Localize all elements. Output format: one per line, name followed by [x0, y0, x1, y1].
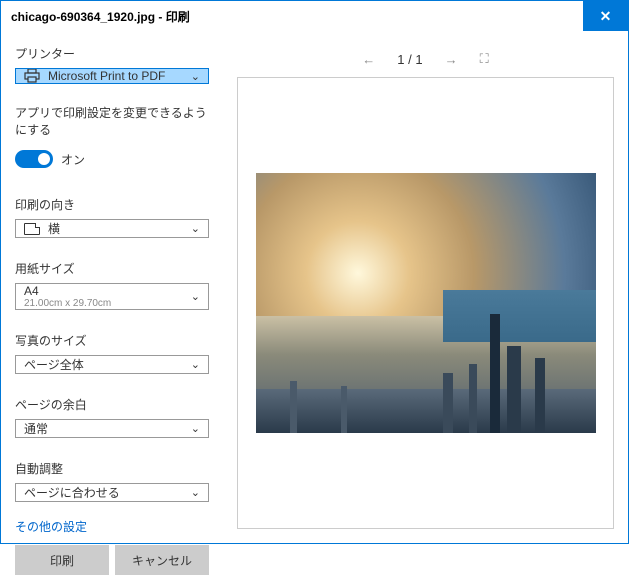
toggle-state: オン	[61, 151, 85, 168]
printer-select[interactable]: Microsoft Print to PDF ⌄	[15, 68, 209, 84]
chevron-down-icon: ⌄	[191, 486, 200, 499]
fit-select[interactable]: ページに合わせる ⌄	[15, 483, 209, 502]
window-title: chicago-690364_1920.jpg - 印刷	[11, 8, 583, 25]
close-icon: ✕	[600, 8, 612, 25]
photo-size-label: 写真のサイズ	[15, 332, 209, 349]
chevron-down-icon: ⌄	[191, 422, 200, 435]
printer-name: Microsoft Print to PDF	[48, 69, 191, 83]
paper-dimensions: 21.00cm x 29.70cm	[24, 298, 191, 309]
chevron-down-icon: ⌄	[191, 222, 200, 235]
print-button[interactable]: 印刷	[15, 545, 109, 575]
preview-panel: ← 1 / 1 → ⛶	[223, 31, 628, 543]
printer-label: プリンター	[15, 45, 209, 62]
preview-sheet	[237, 77, 614, 529]
paper-size-select[interactable]: A4 21.00cm x 29.70cm ⌄	[15, 283, 209, 310]
cancel-button[interactable]: キャンセル	[115, 545, 209, 575]
close-button[interactable]: ✕	[583, 1, 628, 31]
photo-size-value: ページ全体	[24, 356, 191, 373]
prev-page-button[interactable]: ←	[362, 52, 375, 67]
chevron-down-icon: ⌄	[191, 70, 200, 83]
margin-label: ページの余白	[15, 396, 209, 413]
fit-value: ページに合わせる	[24, 484, 191, 501]
titlebar: chicago-690364_1920.jpg - 印刷 ✕	[1, 1, 628, 31]
printer-icon	[24, 69, 40, 83]
pager: ← 1 / 1 → ⛶	[237, 45, 614, 73]
preview-image	[256, 173, 596, 433]
app-settings-toggle[interactable]	[15, 150, 53, 168]
more-settings-link[interactable]: その他の設定	[15, 518, 209, 535]
orientation-label: 印刷の向き	[15, 196, 209, 213]
landscape-icon	[24, 223, 40, 235]
app-toggle-label: アプリで印刷設定を変更できるようにする	[15, 104, 209, 138]
next-page-button[interactable]: →	[445, 52, 458, 67]
orientation-value: 横	[48, 220, 191, 237]
page-sep: /	[408, 52, 412, 67]
page-current: 1	[397, 52, 404, 67]
page-total: 1	[415, 52, 422, 67]
paper-value: A4	[24, 284, 191, 298]
chevron-down-icon: ⌄	[191, 290, 200, 303]
paper-label: 用紙サイズ	[15, 260, 209, 277]
photo-size-select[interactable]: ページ全体 ⌄	[15, 355, 209, 374]
settings-panel: プリンター Microsoft Print to PDF ⌄ アプリで印刷設定を…	[1, 31, 223, 543]
margin-value: 通常	[24, 420, 191, 437]
orientation-select[interactable]: 横 ⌄	[15, 219, 209, 238]
margin-select[interactable]: 通常 ⌄	[15, 419, 209, 438]
fit-page-icon[interactable]: ⛶	[480, 51, 489, 67]
chevron-down-icon: ⌄	[191, 358, 200, 371]
fit-label: 自動調整	[15, 460, 209, 477]
